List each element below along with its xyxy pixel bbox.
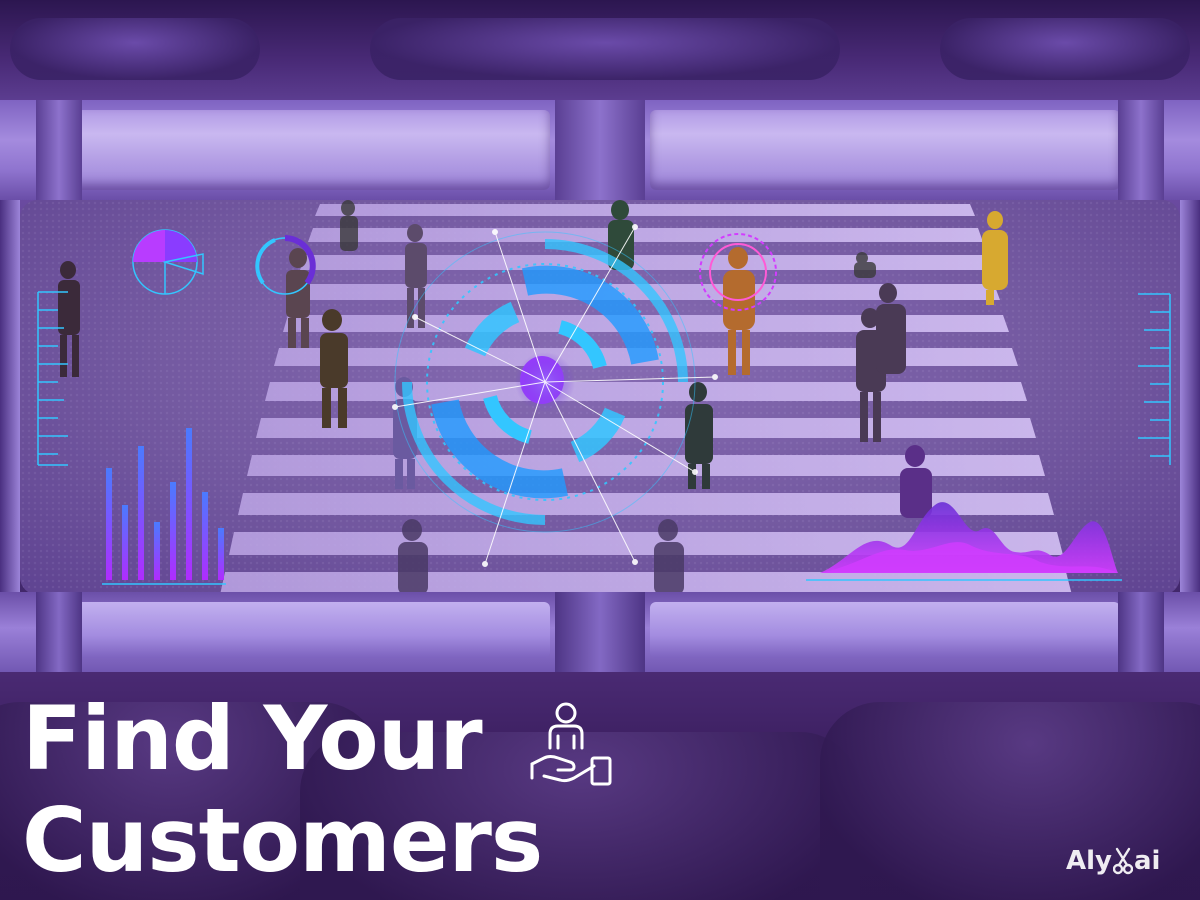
frame-panel (650, 110, 1120, 190)
window-frame-bottom (0, 592, 1200, 672)
frame-panel (70, 110, 550, 190)
customer-in-hand-icon (530, 702, 612, 786)
frame-post (555, 100, 645, 200)
headline-line-1: Find Your (22, 687, 483, 790)
ceiling-panel (370, 18, 840, 80)
window-frame-left (0, 200, 20, 595)
frame-panel (70, 602, 550, 658)
window-frame-right (1180, 200, 1200, 595)
scissors-logo-icon (1112, 847, 1133, 875)
frame-post (36, 100, 82, 200)
window-frame-top (0, 100, 1200, 200)
frame-post (1118, 592, 1164, 672)
headline-line-2: Customers (22, 789, 543, 892)
logo-prefix: Aly (1066, 846, 1112, 876)
crosswalk-scene (20, 200, 1180, 595)
frame-panel (650, 602, 1120, 658)
hero-banner: Find Your Customers Aly ai (0, 0, 1200, 900)
ceiling-panel (940, 18, 1190, 80)
logo-suffix: ai (1133, 846, 1161, 876)
frame-post (1118, 100, 1164, 200)
window-view (20, 200, 1180, 595)
headline: Find Your Customers (22, 687, 543, 892)
ceiling-panel (10, 18, 260, 80)
ceiling (0, 0, 1200, 105)
frame-post (36, 592, 82, 672)
brand-logo: Aly ai (1066, 842, 1160, 880)
frame-post (555, 592, 645, 672)
